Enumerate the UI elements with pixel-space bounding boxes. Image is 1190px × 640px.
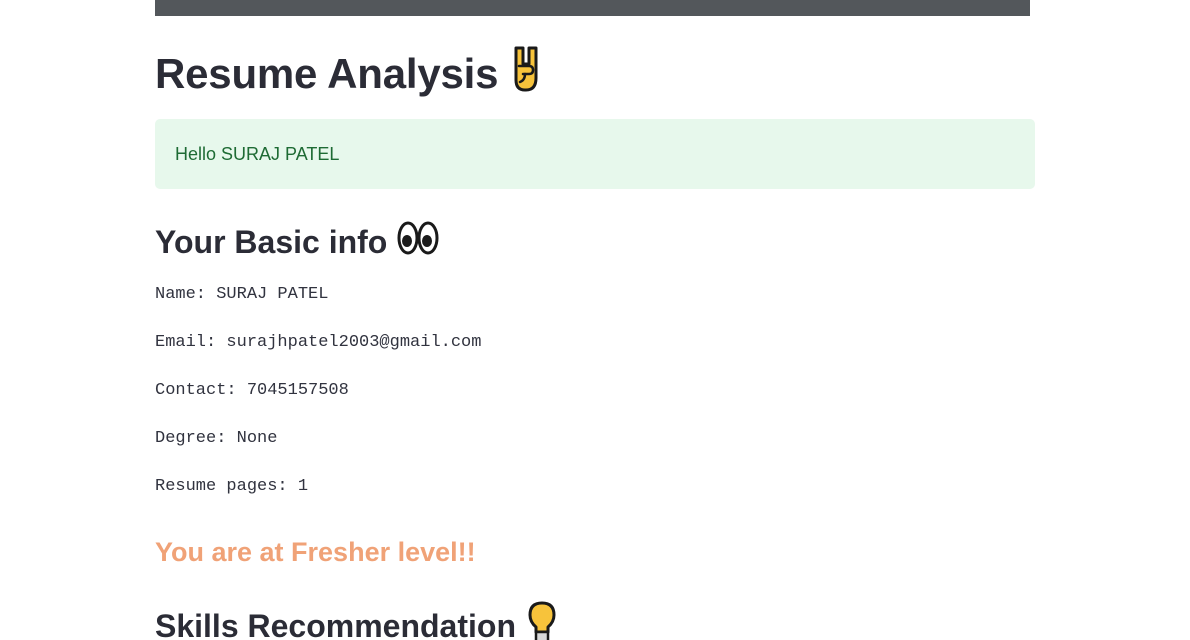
top-toolbar-bar [155,0,1030,16]
skills-heading-text: Skills Recommendation [155,607,516,640]
success-alert: Hello SURAJ PATEL [155,119,1035,189]
info-degree: Degree: None [155,429,278,448]
experience-level-text: You are at Fresher level!! [155,537,476,567]
info-name: Name: SURAJ PATEL [155,285,329,304]
info-resume-pages: Resume pages: 1 [155,477,309,496]
eyes-icon [397,220,439,264]
basic-info-heading: Your Basic info [155,220,439,264]
page-title: Resume Analysis [155,44,544,104]
basic-info-heading-text: Your Basic info [155,223,388,260]
greeting-text: Hello SURAJ PATEL [175,143,340,164]
info-email: Email: surajhpatel2003@gmail.com [155,333,482,352]
skills-recommendation-heading: Skills Recommendation [155,600,558,640]
page-title-text: Resume Analysis [155,50,499,97]
page: Resume Analysis Hello SURAJ PATEL Your B… [0,0,1190,640]
rock-hand-icon [508,44,544,104]
lightbulb-icon [526,600,558,640]
info-contact: Contact: 7045157508 [155,381,349,400]
